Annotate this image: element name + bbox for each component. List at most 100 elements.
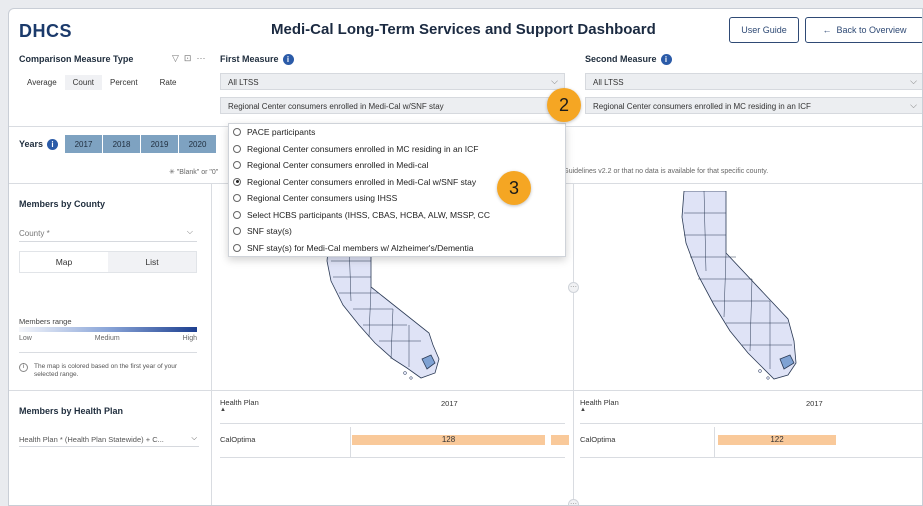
info-icon[interactable]: i	[282, 54, 294, 66]
option-label: Regional Center consumers enrolled in MC…	[247, 143, 479, 154]
years-title: Years i	[19, 139, 59, 151]
comparison-tabs: Average Count Percent Rate	[19, 75, 185, 90]
left-value-bar-overflow	[551, 435, 569, 445]
left-year-header: 2017	[441, 399, 458, 408]
divider	[211, 183, 212, 505]
view-toggle: Map List	[19, 251, 197, 273]
info-icon[interactable]: i	[47, 139, 59, 151]
divider	[580, 457, 922, 458]
years-label: Years	[19, 139, 44, 149]
option-label: SNF stay(s)	[247, 226, 292, 237]
radio-icon	[233, 194, 241, 203]
first-measure-label: First Measure	[220, 54, 279, 64]
filter-icon[interactable]: ▽	[172, 53, 179, 64]
map-note: i The map is colored based on the first …	[19, 363, 199, 379]
tab-percent[interactable]: Percent	[102, 75, 146, 90]
option-label: Regional Center consumers enrolled in Me…	[247, 160, 429, 171]
year-2017-button[interactable]: 2017	[65, 135, 103, 153]
first-measure-title: First Measure i	[220, 54, 294, 66]
map-note-text: The map is colored based on the first ye…	[34, 363, 178, 378]
radio-icon	[233, 144, 241, 153]
california-map-right[interactable]	[676, 191, 846, 391]
user-guide-button[interactable]: User Guide	[729, 17, 799, 43]
option-label: SNF stay(s) for Medi-Cal members w/ Alzh…	[247, 242, 474, 253]
divider	[714, 427, 715, 457]
option-snf-alzheimers[interactable]: SNF stay(s) for Medi-Cal members w/ Alzh…	[229, 240, 565, 257]
tab-rate[interactable]: Rate	[146, 75, 185, 90]
step-3-badge: 3	[497, 171, 531, 205]
second-measure-category-select[interactable]: All LTSS ⌵	[585, 73, 922, 90]
comparison-tools: ▽ ⊡ ···	[172, 53, 205, 64]
info-icon[interactable]: i	[660, 54, 672, 66]
health-plan-select[interactable]: Health Plan * (Health Plan Statewide) + …	[19, 431, 199, 447]
sort-ascending-icon: ▲	[220, 407, 226, 413]
years-selector: 2017 2018 2019 2020	[65, 135, 217, 153]
first-measure-category-select[interactable]: All LTSS ⌵	[220, 73, 565, 90]
option-label: Select HCBS participants (IHSS, CBAS, HC…	[247, 209, 490, 220]
county-placeholder: County *	[19, 229, 50, 238]
members-by-county-title: Members by County	[19, 199, 106, 209]
right-year-header: 2017	[806, 399, 823, 408]
second-measure-label: Second Measure	[585, 54, 657, 64]
map-toggle[interactable]: Map	[20, 252, 108, 272]
year-2020-button[interactable]: 2020	[179, 135, 217, 153]
radio-selected-icon	[233, 177, 241, 186]
island	[758, 369, 762, 373]
right-value-bar[interactable]: 122	[718, 435, 836, 445]
panel-resize-handle[interactable]: ⋯	[568, 499, 579, 505]
chevron-down-icon: ⌵	[186, 227, 193, 236]
user-guide-label: User Guide	[741, 25, 787, 35]
back-to-overview-button[interactable]: ← Back to Overview	[805, 17, 922, 43]
dashboard-frame: DHCS Medi-Cal Long-Term Services and Sup…	[8, 8, 923, 506]
back-label: Back to Overview	[836, 25, 907, 35]
arrow-left-icon: ←	[822, 25, 832, 35]
range-low: Low	[19, 335, 32, 342]
left-health-plan-header[interactable]: Health Plan ▲	[220, 398, 259, 413]
export-icon[interactable]: ⊡	[184, 53, 192, 64]
first-measure-select[interactable]: Regional Center consumers enrolled in Me…	[220, 97, 565, 114]
first-measure-value: Regional Center consumers enrolled in Me…	[228, 102, 444, 111]
option-hcbs-participants[interactable]: Select HCBS participants (IHSS, CBAS, HC…	[229, 207, 565, 224]
island	[409, 376, 413, 380]
california-map-left[interactable]	[309, 241, 479, 391]
tab-average[interactable]: Average	[19, 75, 65, 90]
option-label: Regional Center consumers using IHSS	[247, 193, 398, 204]
members-range-label: Members range	[19, 317, 72, 326]
option-rc-icf[interactable]: Regional Center consumers enrolled in MC…	[229, 141, 565, 158]
year-2018-button[interactable]: 2018	[103, 135, 141, 153]
second-measure-title: Second Measure i	[585, 54, 672, 66]
sort-ascending-icon: ▲	[580, 407, 586, 413]
radio-icon	[233, 210, 241, 219]
right-row-name: CalOptima	[580, 435, 616, 444]
county-select[interactable]: County * ⌵	[19, 225, 197, 242]
option-pace-participants[interactable]: PACE participants	[229, 124, 565, 141]
option-snf-stays[interactable]: SNF stay(s)	[229, 223, 565, 240]
step-2-badge: 2	[547, 88, 581, 122]
health-plan-value: Health Plan * (Health Plan Statewide) + …	[19, 435, 164, 444]
radio-icon	[233, 128, 241, 137]
second-measure-value: Regional Center consumers enrolled in MC…	[593, 102, 811, 111]
more-icon[interactable]: ···	[196, 53, 205, 64]
left-row-name: CalOptima	[220, 435, 256, 444]
radio-icon	[233, 227, 241, 236]
second-measure-select[interactable]: Regional Center consumers enrolled in MC…	[585, 97, 922, 114]
members-by-health-plan-title: Members by Health Plan	[19, 406, 124, 416]
panel-resize-handle[interactable]: ⋯	[568, 282, 579, 293]
dhcs-logo: DHCS	[19, 21, 73, 41]
blank-note-right: ion Guidelines v2.2 or that no data is a…	[552, 168, 769, 175]
island	[766, 376, 770, 380]
year-2019-button[interactable]: 2019	[141, 135, 179, 153]
list-toggle[interactable]: List	[108, 252, 196, 272]
option-label: PACE participants	[247, 127, 316, 138]
chevron-down-icon: ⌵	[910, 100, 917, 110]
divider	[350, 427, 351, 457]
divider	[220, 423, 565, 424]
divider	[220, 457, 565, 458]
info-circle-icon: i	[19, 363, 28, 372]
left-value-bar[interactable]: 128	[352, 435, 545, 445]
right-health-plan-header[interactable]: Health Plan ▲	[580, 398, 619, 413]
tab-count[interactable]: Count	[64, 75, 103, 90]
page-title: Medi-Cal Long-Term Services and Support …	[271, 21, 656, 38]
divider	[580, 423, 922, 424]
chevron-down-icon: ⌵	[551, 76, 558, 86]
